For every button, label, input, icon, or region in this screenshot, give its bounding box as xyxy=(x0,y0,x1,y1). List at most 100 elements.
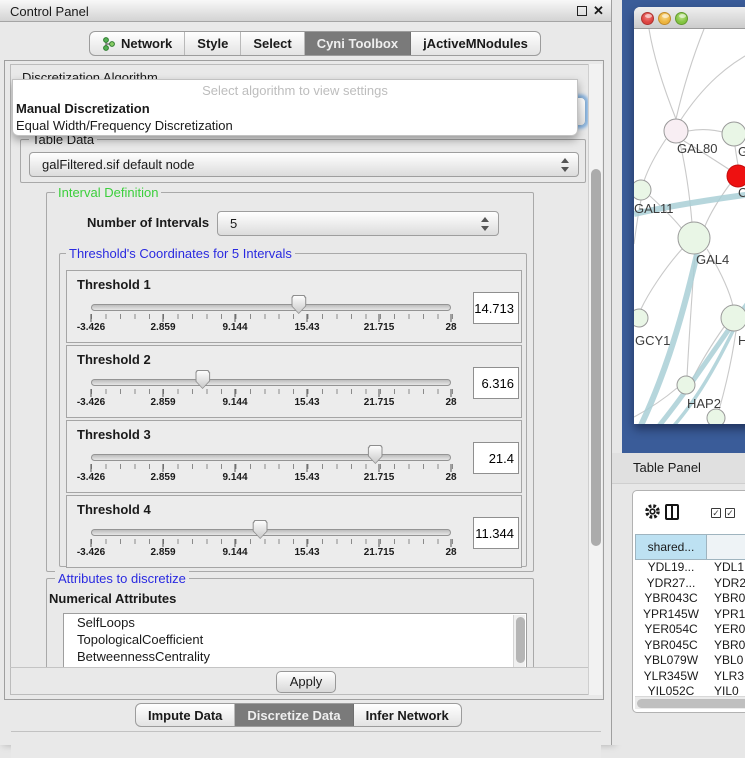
tab-network[interactable]: Network xyxy=(90,32,185,55)
threshold-1-slider-thumb[interactable] xyxy=(291,295,306,314)
control-panel-titlebar[interactable]: Control Panel ✕ xyxy=(0,0,611,22)
checkbox-icon[interactable]: ✓ xyxy=(725,508,735,518)
node-hap2[interactable] xyxy=(677,376,695,394)
table-row[interactable]: YBR043CYBR0 xyxy=(635,591,745,607)
slider-ticks xyxy=(91,314,453,319)
slider-ticks xyxy=(91,464,453,469)
node-label-gal4: GAL4 xyxy=(696,252,729,267)
numerical-attributes-list: SelfLoops TopologicalCoefficient Between… xyxy=(63,613,527,667)
tab-style[interactable]: Style xyxy=(185,32,241,55)
tab-discretize-data[interactable]: Discretize Data xyxy=(235,704,353,726)
control-panel-tabbar: Network Style Select Cyni Toolbox jActiv… xyxy=(89,31,541,56)
threshold-4-value-field[interactable] xyxy=(473,517,519,549)
panel-vertical-scrollbar[interactable] xyxy=(588,64,602,695)
table-row[interactable]: YBL079WYBL0 xyxy=(635,653,745,669)
checkbox-icon[interactable]: ✓ xyxy=(711,508,721,518)
node-selected-red[interactable] xyxy=(727,165,745,187)
node-bottom[interactable] xyxy=(707,409,725,424)
network-window-titlebar[interactable] xyxy=(634,7,745,29)
threshold-3-box: Threshold 3 -3.426 2.859 9.144 15.43 21.… xyxy=(66,420,522,493)
threshold-3-value-field[interactable] xyxy=(473,442,519,474)
threshold-3-slider-track[interactable] xyxy=(91,454,451,461)
node-label-fragment-c: C xyxy=(738,185,745,200)
tab-infer-network[interactable]: Infer Network xyxy=(354,704,461,726)
attributes-group-title: Attributes to discretize xyxy=(55,571,189,586)
threshold-4-slider-thumb[interactable] xyxy=(253,520,268,539)
gear-icon[interactable] xyxy=(644,503,661,520)
threshold-2-slider-track[interactable] xyxy=(91,379,451,386)
tab-cyni-toolbox[interactable]: Cyni Toolbox xyxy=(305,32,411,55)
threshold-1-box: Threshold 1 -3.426 2.859 9.144 15.43 21.… xyxy=(66,270,522,343)
slider-ticks xyxy=(91,389,453,394)
threshold-2-value-field[interactable] xyxy=(473,367,519,399)
node-label-gal11: GAL11 xyxy=(634,201,674,216)
table-data-selected: galFiltered.sif default node xyxy=(42,157,194,172)
node-top-right[interactable] xyxy=(722,122,745,146)
node-label-gal80: GAL80 xyxy=(677,141,717,156)
num-intervals-value: 5 xyxy=(230,216,237,231)
minimize-traffic-light-icon[interactable] xyxy=(658,12,671,25)
node-label-gcy1: GCY1 xyxy=(635,333,670,348)
table-row[interactable]: YDL19...YDL1 xyxy=(635,560,745,576)
threshold-4-slider-track[interactable] xyxy=(91,529,451,536)
column-header-name[interactable]: na xyxy=(707,534,745,560)
table-body: YDL19...YDL1 YDR27...YDR2 YBR043CYBR0 YP… xyxy=(635,560,745,695)
node-gal11[interactable] xyxy=(634,180,651,200)
network-icon xyxy=(102,37,115,51)
list-item[interactable]: SelfLoops xyxy=(64,614,526,631)
threshold-2-slider-thumb[interactable] xyxy=(195,370,210,389)
cyni-bottom-tabbar: Impute Data Discretize Data Infer Networ… xyxy=(135,703,462,727)
column-header-shared-name[interactable]: shared... xyxy=(635,534,707,560)
node-label-hap2: HAP2 xyxy=(687,396,721,411)
table-row[interactable]: YBR045CYBR0 xyxy=(635,638,745,654)
threshold-3-slider-thumb[interactable] xyxy=(368,445,383,464)
control-panel-window: Control Panel ✕ Network Style Select Cyn… xyxy=(0,0,612,745)
apply-button[interactable]: Apply xyxy=(276,671,336,693)
table-row[interactable]: YER054CYER0 xyxy=(635,622,745,638)
tab-impute-data[interactable]: Impute Data xyxy=(136,704,235,726)
node-gal4[interactable] xyxy=(678,222,710,254)
table-row[interactable]: YLR345WYLR3 xyxy=(635,669,745,685)
table-data-combobox[interactable]: galFiltered.sif default node xyxy=(29,152,579,177)
node-gal80[interactable] xyxy=(664,119,688,143)
threshold-1-value-field[interactable] xyxy=(473,292,519,324)
list-item[interactable]: BetweennessCentrality xyxy=(64,648,526,665)
numerical-attributes-label: Numerical Attributes xyxy=(49,591,176,606)
close-traffic-light-icon[interactable] xyxy=(641,12,654,25)
table-horizontal-scrollbar[interactable] xyxy=(635,696,745,709)
node-gcy1[interactable] xyxy=(634,309,648,327)
button-strip: Apply xyxy=(10,667,602,695)
network-view-window: GAL80 G C GAL11 GAL4 GCY1 H HAP2 xyxy=(634,7,745,424)
network-canvas[interactable]: GAL80 G C GAL11 GAL4 GCY1 H HAP2 xyxy=(634,29,745,424)
num-intervals-combobox[interactable]: 5 xyxy=(217,211,499,236)
float-window-icon[interactable] xyxy=(577,6,587,16)
window-title: Control Panel xyxy=(10,4,89,19)
node-label-fragment-g: G xyxy=(738,144,745,159)
dropdown-option-equal-width[interactable]: Equal Width/Frequency Discretization xyxy=(16,118,233,133)
list-scrollbar[interactable] xyxy=(513,615,525,667)
threshold-1-slider-track[interactable] xyxy=(91,304,451,311)
interval-group-title: Interval Definition xyxy=(55,185,161,200)
node-label-fragment-h: H xyxy=(738,333,745,348)
attributes-group: Attributes to discretize Numerical Attri… xyxy=(46,578,534,667)
tab-select[interactable]: Select xyxy=(241,32,304,55)
table-row[interactable]: YPR145WYPR1 xyxy=(635,607,745,623)
tab-network-label: Network xyxy=(121,36,172,51)
dropdown-option-manual[interactable]: Manual Discretization xyxy=(16,101,150,116)
node-right-h[interactable] xyxy=(721,305,745,331)
algorithm-dropdown-popup: Select algorithm to view settings Manual… xyxy=(12,79,578,136)
table-row[interactable]: YIL052CYIL0 xyxy=(635,684,745,695)
combo-stepper-icon xyxy=(481,216,489,232)
num-intervals-label: Number of Intervals xyxy=(87,215,209,230)
threshold-4-box: Threshold 4 -3.426 2.859 9.144 15.43 21.… xyxy=(66,495,522,568)
dropdown-hint-option[interactable]: Select algorithm to view settings xyxy=(13,83,577,98)
interval-definition-group: Interval Definition Number of Intervals … xyxy=(46,192,534,572)
zoom-traffic-light-icon[interactable] xyxy=(675,12,688,25)
tab-jactivemnodules[interactable]: jActiveMNodules xyxy=(411,32,540,55)
slider-ticks xyxy=(91,539,453,544)
list-item[interactable]: TopologicalCoefficient xyxy=(64,631,526,648)
split-panel-icon[interactable] xyxy=(665,504,679,520)
close-icon[interactable]: ✕ xyxy=(593,3,604,19)
table-panel-titlebar[interactable]: Table Panel xyxy=(612,453,745,484)
table-row[interactable]: YDR27...YDR2 xyxy=(635,576,745,592)
